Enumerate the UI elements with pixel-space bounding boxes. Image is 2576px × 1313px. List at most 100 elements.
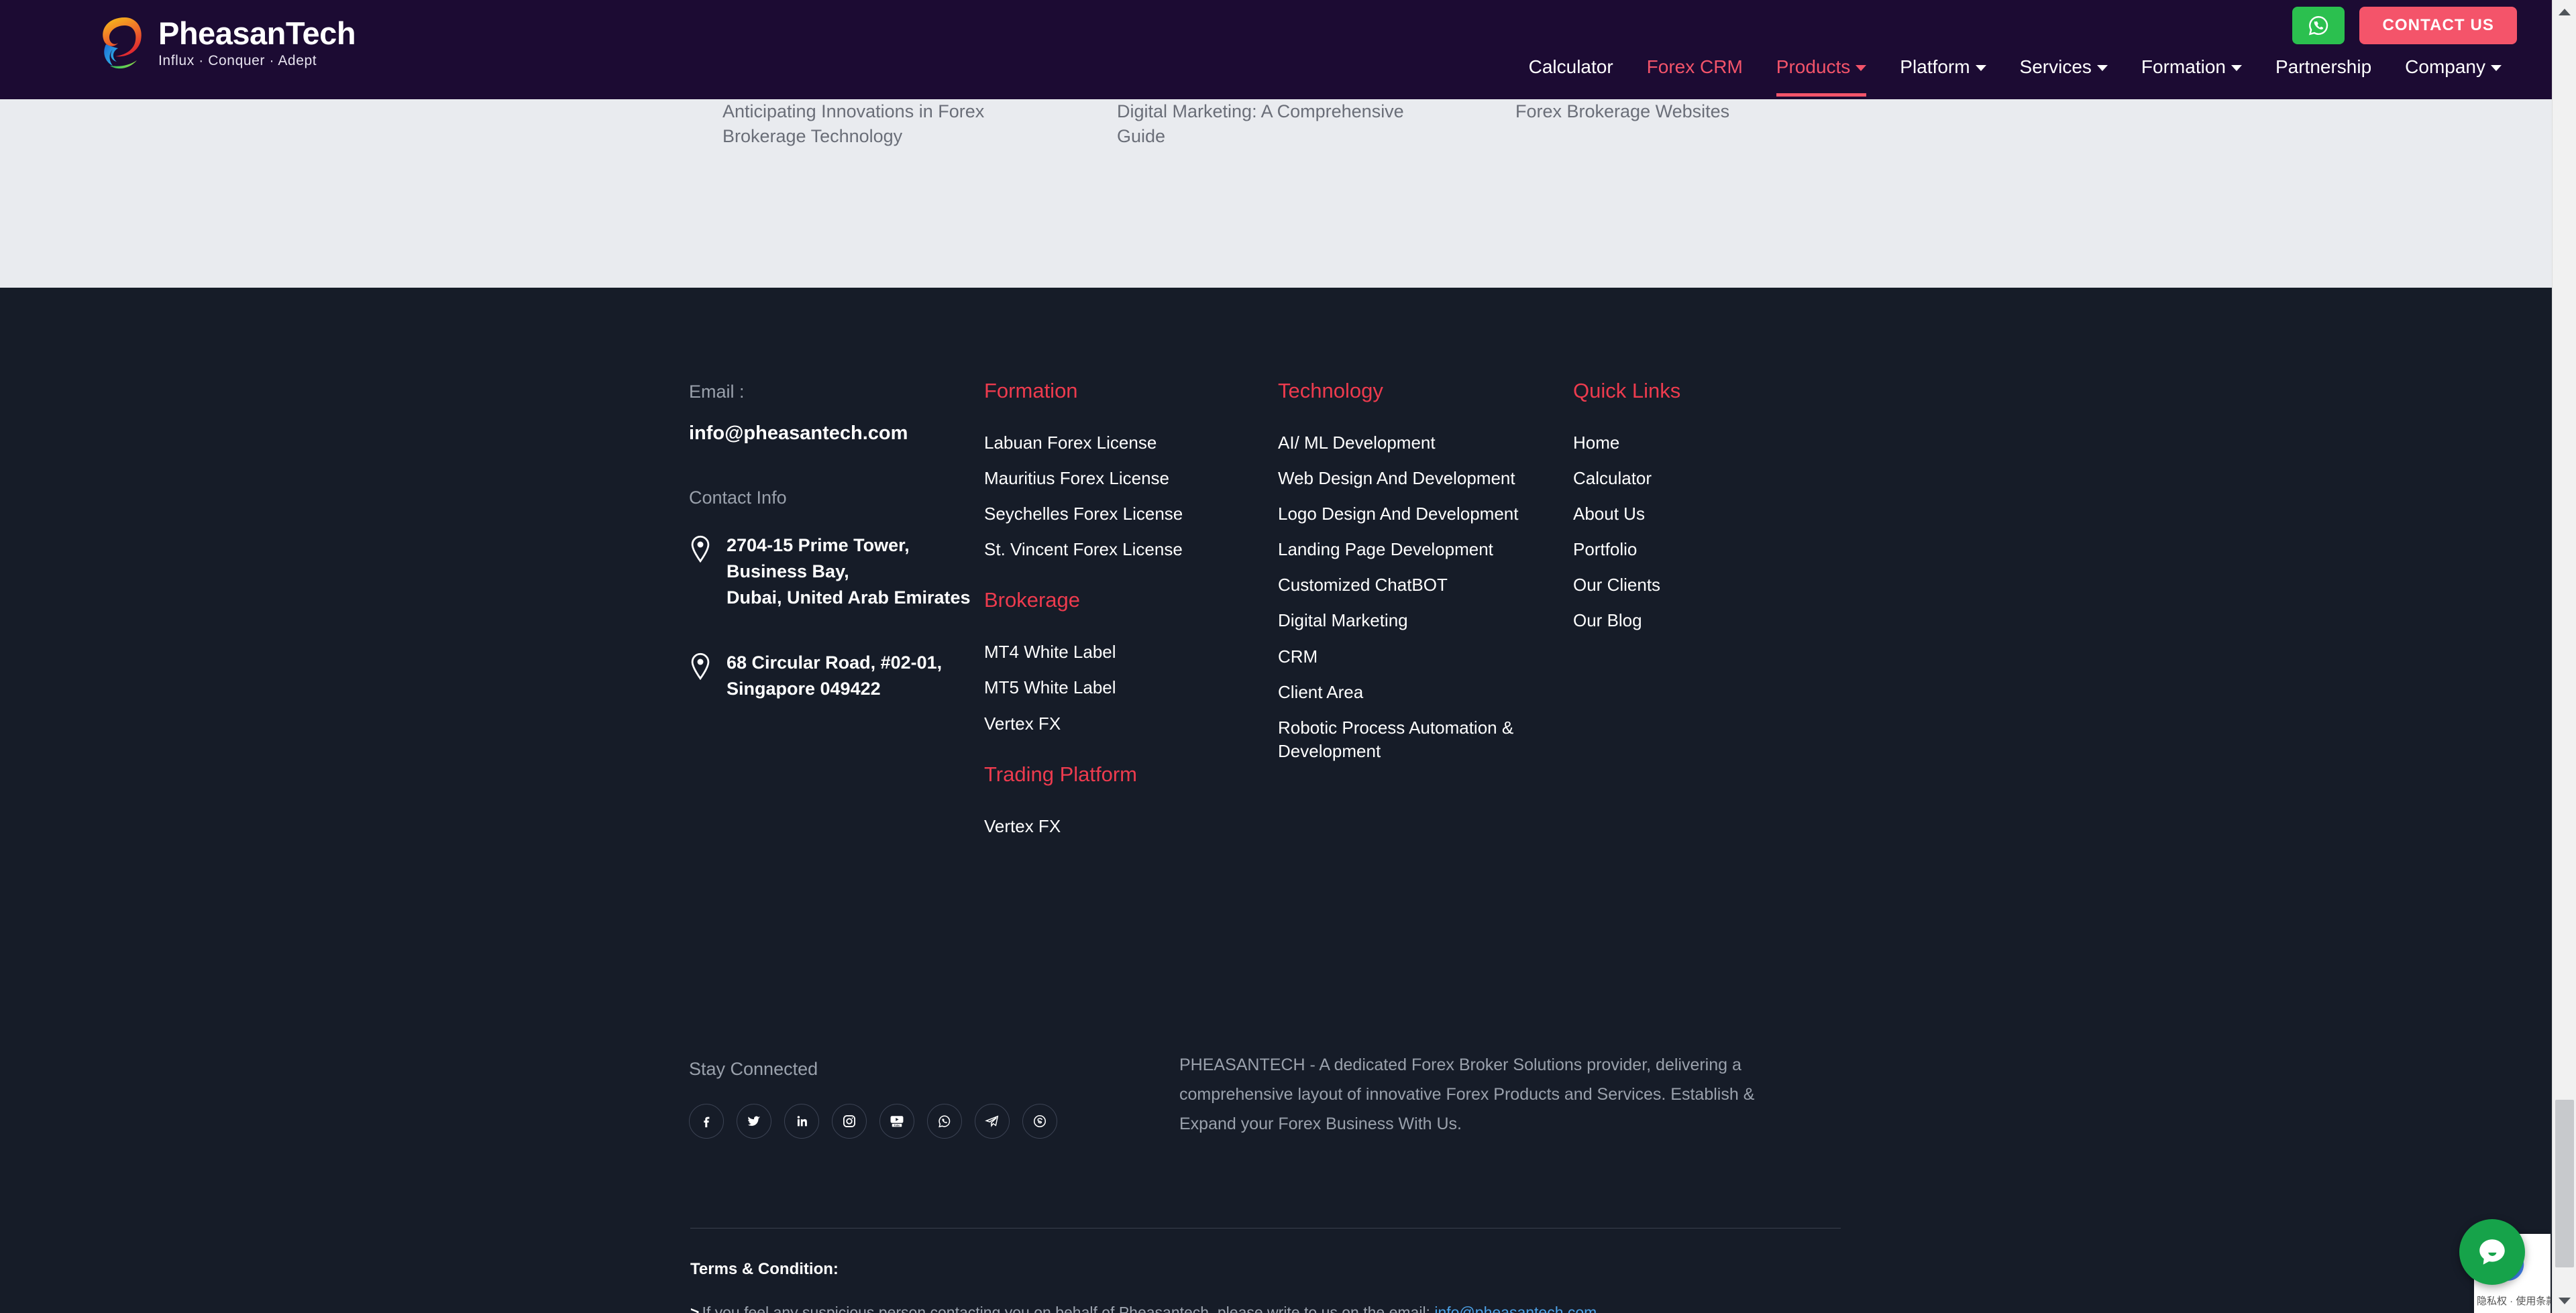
footer-link[interactable]: MT4 White Label — [984, 640, 1266, 664]
instagram-icon[interactable] — [832, 1104, 867, 1139]
nav-item-formation[interactable]: Formation — [2125, 52, 2259, 82]
address-item: 68 Circular Road, #02-01, Singapore 0494… — [689, 650, 977, 702]
blog-title: Forex Brokerage Websites — [1515, 101, 1730, 121]
brand-tagline: Influx · Conquer · Adept — [158, 52, 317, 68]
nav-label: Services — [2019, 56, 2092, 77]
blog-item[interactable]: Anticipating Innovations in Forex Broker… — [722, 99, 1117, 150]
stay-connected-label: Stay Connected — [689, 1059, 818, 1079]
footer-link[interactable]: Calculator — [1573, 467, 1841, 490]
footer-link[interactable]: Home — [1573, 431, 1841, 455]
scroll-up-button[interactable] — [2553, 0, 2576, 24]
terms-and-conditions-section: Terms & Condition: > If you feel any susp… — [690, 1260, 1844, 1313]
nav-label: Calculator — [1528, 56, 1613, 77]
email-label: Email : — [689, 382, 745, 402]
footer-link[interactable]: MT5 White Label — [984, 676, 1266, 699]
chat-widget-button[interactable] — [2459, 1219, 2525, 1285]
whatsapp-icon[interactable] — [927, 1104, 962, 1139]
chat-bubble-icon — [2479, 1239, 2505, 1265]
footer-link[interactable]: Web Design And Development — [1278, 467, 1560, 490]
whatsapp-icon — [2309, 16, 2328, 36]
site-header: PheasanTech Influx · Conquer · Adept CON… — [0, 0, 2552, 99]
blog-title: Anticipating Innovations in Forex Broker… — [722, 101, 985, 147]
telegram-icon[interactable] — [975, 1104, 1010, 1139]
page-root: PheasanTech Influx · Conquer · Adept CON… — [0, 0, 2576, 1313]
nav-item-partnership[interactable]: Partnership — [2259, 52, 2388, 82]
footer-link[interactable]: Client Area — [1278, 681, 1560, 704]
address-item: 2704-15 Prime Tower, Business Bay, Dubai… — [689, 532, 977, 611]
footer-link[interactable]: AI/ ML Development — [1278, 431, 1560, 455]
trading-platform-links: Vertex FX — [984, 815, 1266, 838]
nav-item-forex-crm[interactable]: Forex CRM — [1630, 52, 1760, 82]
address-text: 2704-15 Prime Tower, Business Bay, Dubai… — [727, 535, 971, 608]
nav-label: Platform — [1900, 56, 1970, 77]
contact-us-button[interactable]: CONTACT US — [2359, 7, 2517, 44]
linkedin-icon[interactable] — [784, 1104, 819, 1139]
footer-link[interactable]: St. Vincent Forex License — [984, 538, 1266, 561]
social-links-row: Tube — [689, 1104, 1118, 1139]
twitter-icon[interactable] — [737, 1104, 771, 1139]
nav-label: Partnership — [2275, 56, 2372, 77]
main-navigation: Calculator Forex CRM Products Platform S… — [1512, 52, 2518, 97]
chevron-down-icon — [2491, 65, 2502, 72]
formation-links: Labuan Forex License Mauritius Forex Lic… — [984, 431, 1266, 561]
nav-item-products[interactable]: Products — [1760, 52, 1884, 97]
terms-text: If you feel any suspicious person contac… — [702, 1304, 1435, 1313]
skype-icon[interactable] — [1022, 1104, 1057, 1139]
footer-link[interactable]: Mauritius Forex License — [984, 467, 1266, 490]
terms-heading: Terms & Condition: — [690, 1260, 839, 1278]
blog-strip-row: Anticipating Innovations in Forex Broker… — [722, 99, 2440, 150]
page-scrollbar[interactable] — [2552, 0, 2576, 1313]
svg-text:Tube: Tube — [894, 1124, 900, 1127]
trading-platform-heading: Trading Platform — [984, 762, 1137, 786]
technology-links: AI/ ML Development Web Design And Develo… — [1278, 431, 1560, 763]
location-pin-icon — [689, 652, 712, 681]
recaptcha-terms-text[interactable]: 隐私权 · 使用条款 — [2477, 1294, 2551, 1308]
footer-link[interactable]: Customized ChatBOT — [1278, 573, 1560, 597]
scroll-down-button[interactable] — [2553, 1289, 2576, 1313]
nav-item-services[interactable]: Services — [2003, 52, 2125, 82]
formation-heading: Formation — [984, 379, 1078, 402]
nav-item-calculator[interactable]: Calculator — [1512, 52, 1630, 82]
footer-link[interactable]: Our Blog — [1573, 609, 1841, 632]
footer-about-text: PHEASANTECH - A dedicated Forex Broker S… — [1179, 1055, 1755, 1133]
scrollbar-thumb[interactable] — [2555, 1100, 2574, 1267]
terms-email-link[interactable]: info@pheasantech.com — [1434, 1304, 1597, 1313]
brokerage-links: MT4 White Label MT5 White Label Vertex F… — [984, 640, 1266, 735]
chevron-right-icon: > — [690, 1304, 700, 1313]
footer-link[interactable]: CRM — [1278, 645, 1560, 669]
footer-link[interactable]: Landing Page Development — [1278, 538, 1560, 561]
blog-strip-section: Anticipating Innovations in Forex Broker… — [0, 99, 2552, 288]
chevron-down-icon — [2231, 65, 2242, 72]
footer-link[interactable]: Vertex FX — [984, 815, 1266, 838]
footer-link[interactable]: Seychelles Forex License — [984, 502, 1266, 526]
footer-formation-column: Formation Labuan Forex License Mauritius… — [984, 379, 1266, 850]
quick-links-heading: Quick Links — [1573, 379, 1681, 402]
blog-item[interactable]: Digital Marketing: A Comprehensive Guide — [1117, 99, 1515, 150]
footer-link[interactable]: Portfolio — [1573, 538, 1841, 561]
chevron-down-icon — [2096, 65, 2108, 72]
nav-label: Products — [1776, 56, 1851, 77]
footer-link[interactable]: Digital Marketing — [1278, 609, 1560, 632]
youtube-icon[interactable]: Tube — [879, 1104, 914, 1139]
nav-item-company[interactable]: Company — [2388, 52, 2518, 82]
footer-link[interactable]: Robotic Process Automation & Development — [1278, 716, 1519, 763]
footer-link[interactable]: Labuan Forex License — [984, 431, 1266, 455]
footer-link[interactable]: Logo Design And Development — [1278, 502, 1560, 526]
blog-title: Digital Marketing: A Comprehensive Guide — [1117, 101, 1404, 147]
footer-link[interactable]: Vertex FX — [984, 712, 1266, 736]
logo[interactable]: PheasanTech Influx · Conquer · Adept — [95, 13, 356, 72]
facebook-icon[interactable] — [689, 1104, 724, 1139]
header-actions: CONTACT US — [2292, 7, 2517, 44]
email-value[interactable]: info@pheasantech.com — [689, 422, 977, 445]
nav-item-platform[interactable]: Platform — [1883, 52, 2002, 82]
blog-item[interactable]: Forex Brokerage Websites — [1515, 99, 1910, 150]
brokerage-heading: Brokerage — [984, 588, 1081, 612]
nav-label: Company — [2405, 56, 2485, 77]
footer-technology-column: Technology AI/ ML Development Web Design… — [1278, 379, 1560, 775]
arrow-down-icon — [2559, 1298, 2571, 1304]
footer-link[interactable]: About Us — [1573, 502, 1841, 526]
whatsapp-button[interactable] — [2292, 7, 2345, 44]
location-pin-icon — [689, 535, 712, 563]
footer-link[interactable]: Our Clients — [1573, 573, 1841, 597]
site-footer: Email : info@pheasantech.com Contact Inf… — [0, 288, 2552, 1313]
